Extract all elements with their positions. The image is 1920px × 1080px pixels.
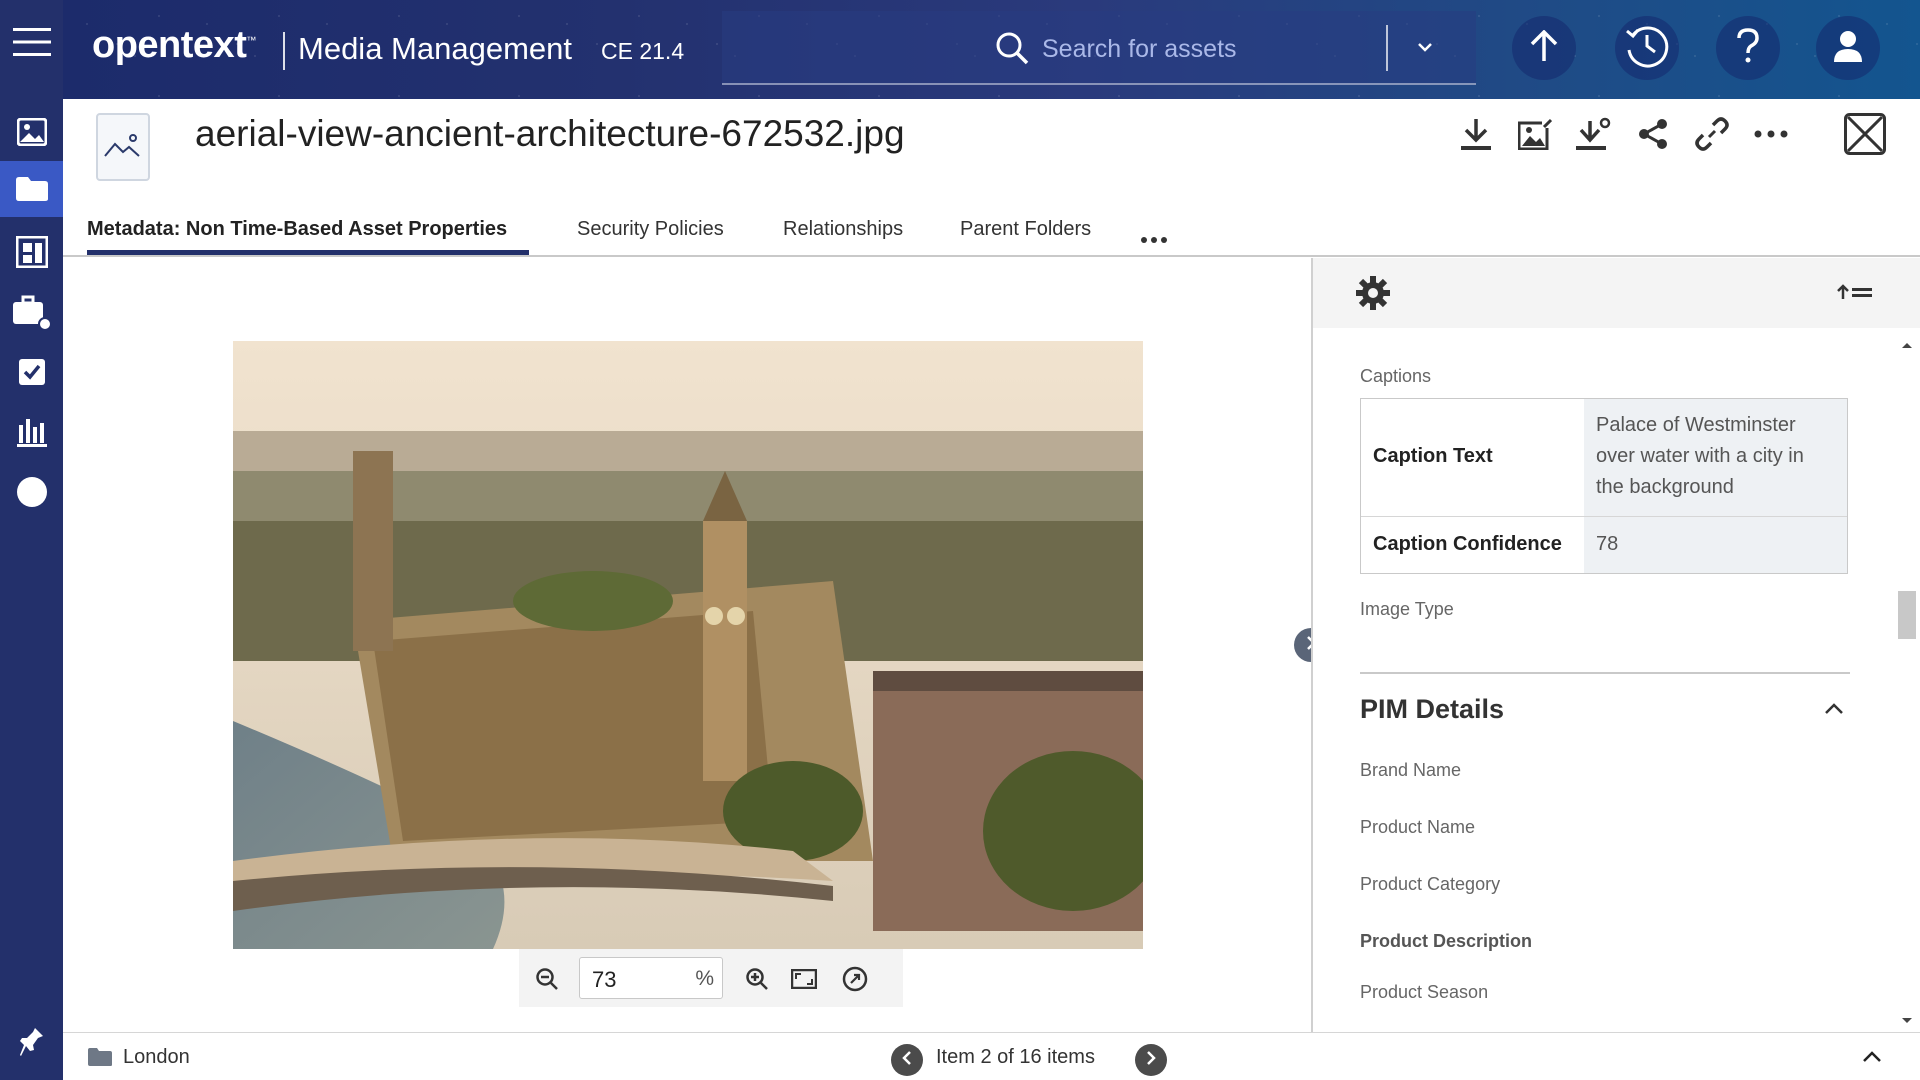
section-divider <box>1360 672 1850 674</box>
collapse-section-chevron-up-icon[interactable] <box>1824 702 1844 720</box>
brand-logo: opentext™ <box>92 24 256 66</box>
caption-text-key: Caption Text <box>1373 445 1493 467</box>
user-avatar-icon <box>1832 29 1864 68</box>
asset-thumbnail <box>96 113 150 181</box>
tab-security-policies[interactable]: Security Policies <box>577 218 724 241</box>
asset-tabs: Metadata: Non Time-Based Asset Propertie… <box>63 210 1920 257</box>
tab-relationships[interactable]: Relationships <box>783 218 903 241</box>
zoom-toolbar: 73 % <box>519 949 903 1007</box>
image-edit-icon[interactable] <box>1515 114 1555 154</box>
left-nav-rail <box>0 0 63 1080</box>
captions-label: Captions <box>1360 366 1432 386</box>
tabs-more-icon[interactable] <box>1141 230 1167 248</box>
product-name-label: Product Name <box>1360 817 1476 837</box>
expand-footer-chevron-up-icon[interactable] <box>1862 1050 1882 1068</box>
download-icon[interactable] <box>1456 114 1496 154</box>
brand-divider <box>283 32 285 70</box>
link-icon[interactable] <box>1692 114 1732 154</box>
folder-icon <box>87 1047 113 1072</box>
fit-to-screen-icon[interactable] <box>790 965 818 993</box>
actual-size-icon[interactable] <box>841 965 869 993</box>
captions-table: Caption Text Palace of Westminster over … <box>1360 398 1848 574</box>
metadata-panel: Captions Caption Text Palace of Westmins… <box>1311 258 1920 1032</box>
tab-parent-folders[interactable]: Parent Folders <box>960 218 1091 241</box>
close-asset-icon[interactable] <box>1843 112 1887 156</box>
previous-item-button[interactable] <box>891 1044 923 1076</box>
more-actions-icon[interactable] <box>1751 114 1791 154</box>
asset-preview-image[interactable] <box>233 341 1143 949</box>
hamburger-menu-icon[interactable] <box>0 14 63 70</box>
share-icon[interactable] <box>1633 114 1673 154</box>
top-bar: opentext™ Media Management CE 21.4 Searc… <box>63 0 1920 99</box>
brand-name-label: Brand Name <box>1360 760 1462 780</box>
product-name: Media Management <box>298 31 572 66</box>
chevron-left-icon <box>901 1050 913 1071</box>
product-description-label: Product Description <box>1360 931 1533 951</box>
zoom-in-icon[interactable] <box>743 965 771 993</box>
panel-header <box>1313 258 1920 328</box>
panel-scrollbar[interactable] <box>1898 338 1916 1028</box>
pim-details-heading[interactable]: PIM Details <box>1360 694 1504 725</box>
product-version: CE 21.4 <box>601 38 685 64</box>
download-options-icon[interactable] <box>1574 114 1614 154</box>
asset-title: aerial-view-ancient-architecture-672532.… <box>195 113 905 154</box>
help-button[interactable] <box>1716 16 1780 80</box>
nav-images-icon[interactable] <box>0 104 63 160</box>
nav-tasks-icon[interactable] <box>0 343 63 399</box>
table-row: Caption Confidence 78 <box>1361 517 1847 574</box>
history-button[interactable] <box>1615 16 1679 80</box>
image-file-icon <box>103 130 143 165</box>
caption-confidence-key: Caption Confidence <box>1373 533 1562 555</box>
upload-arrow-icon <box>1529 29 1559 67</box>
table-row: Caption Text Palace of Westminster over … <box>1361 399 1847 517</box>
pagination-status: Item 2 of 16 items <box>936 1046 1095 1068</box>
clock-history-icon <box>1624 23 1670 74</box>
product-season-label: Product Season <box>1360 982 1489 1002</box>
nav-reports-icon[interactable] <box>0 404 63 460</box>
product-category-label: Product Category <box>1360 874 1501 894</box>
zoom-value: 73 <box>592 967 617 992</box>
active-tab-indicator <box>87 250 529 255</box>
pin-icon[interactable] <box>0 1014 63 1070</box>
tab-metadata[interactable]: Metadata: Non Time-Based Asset Propertie… <box>87 218 507 241</box>
panel-scrollbar-thumb[interactable] <box>1898 591 1916 639</box>
zoom-level-input[interactable]: 73 % <box>579 957 723 999</box>
user-profile-button[interactable] <box>1816 16 1880 80</box>
nav-folders-icon[interactable] <box>0 161 63 217</box>
nav-status-circle-icon[interactable] <box>0 464 63 520</box>
chevron-right-icon <box>1145 1050 1157 1071</box>
caption-text-value: Palace of Westminster over water with a … <box>1596 414 1804 498</box>
nav-jobs-icon[interactable] <box>0 285 63 341</box>
nav-collections-icon[interactable] <box>0 224 63 280</box>
search-options-chevron-icon[interactable] <box>1417 39 1433 57</box>
search-bar[interactable]: Search for assets <box>722 11 1476 85</box>
current-folder-link[interactable]: London <box>123 1046 190 1069</box>
image-type-label: Image Type <box>1360 599 1454 619</box>
footer-bar: London Item 2 of 16 items <box>63 1032 1920 1080</box>
search-input[interactable]: Search for assets <box>1042 35 1237 64</box>
sort-fields-icon[interactable] <box>1837 284 1873 305</box>
next-item-button[interactable] <box>1135 1044 1167 1076</box>
zoom-out-icon[interactable] <box>533 965 561 993</box>
caption-confidence-value: 78 <box>1596 533 1619 555</box>
help-question-icon <box>1736 27 1760 69</box>
search-icon[interactable] <box>995 31 1029 70</box>
zoom-unit: % <box>695 967 714 990</box>
upload-button[interactable] <box>1512 16 1576 80</box>
settings-gear-icon[interactable] <box>1356 276 1390 315</box>
